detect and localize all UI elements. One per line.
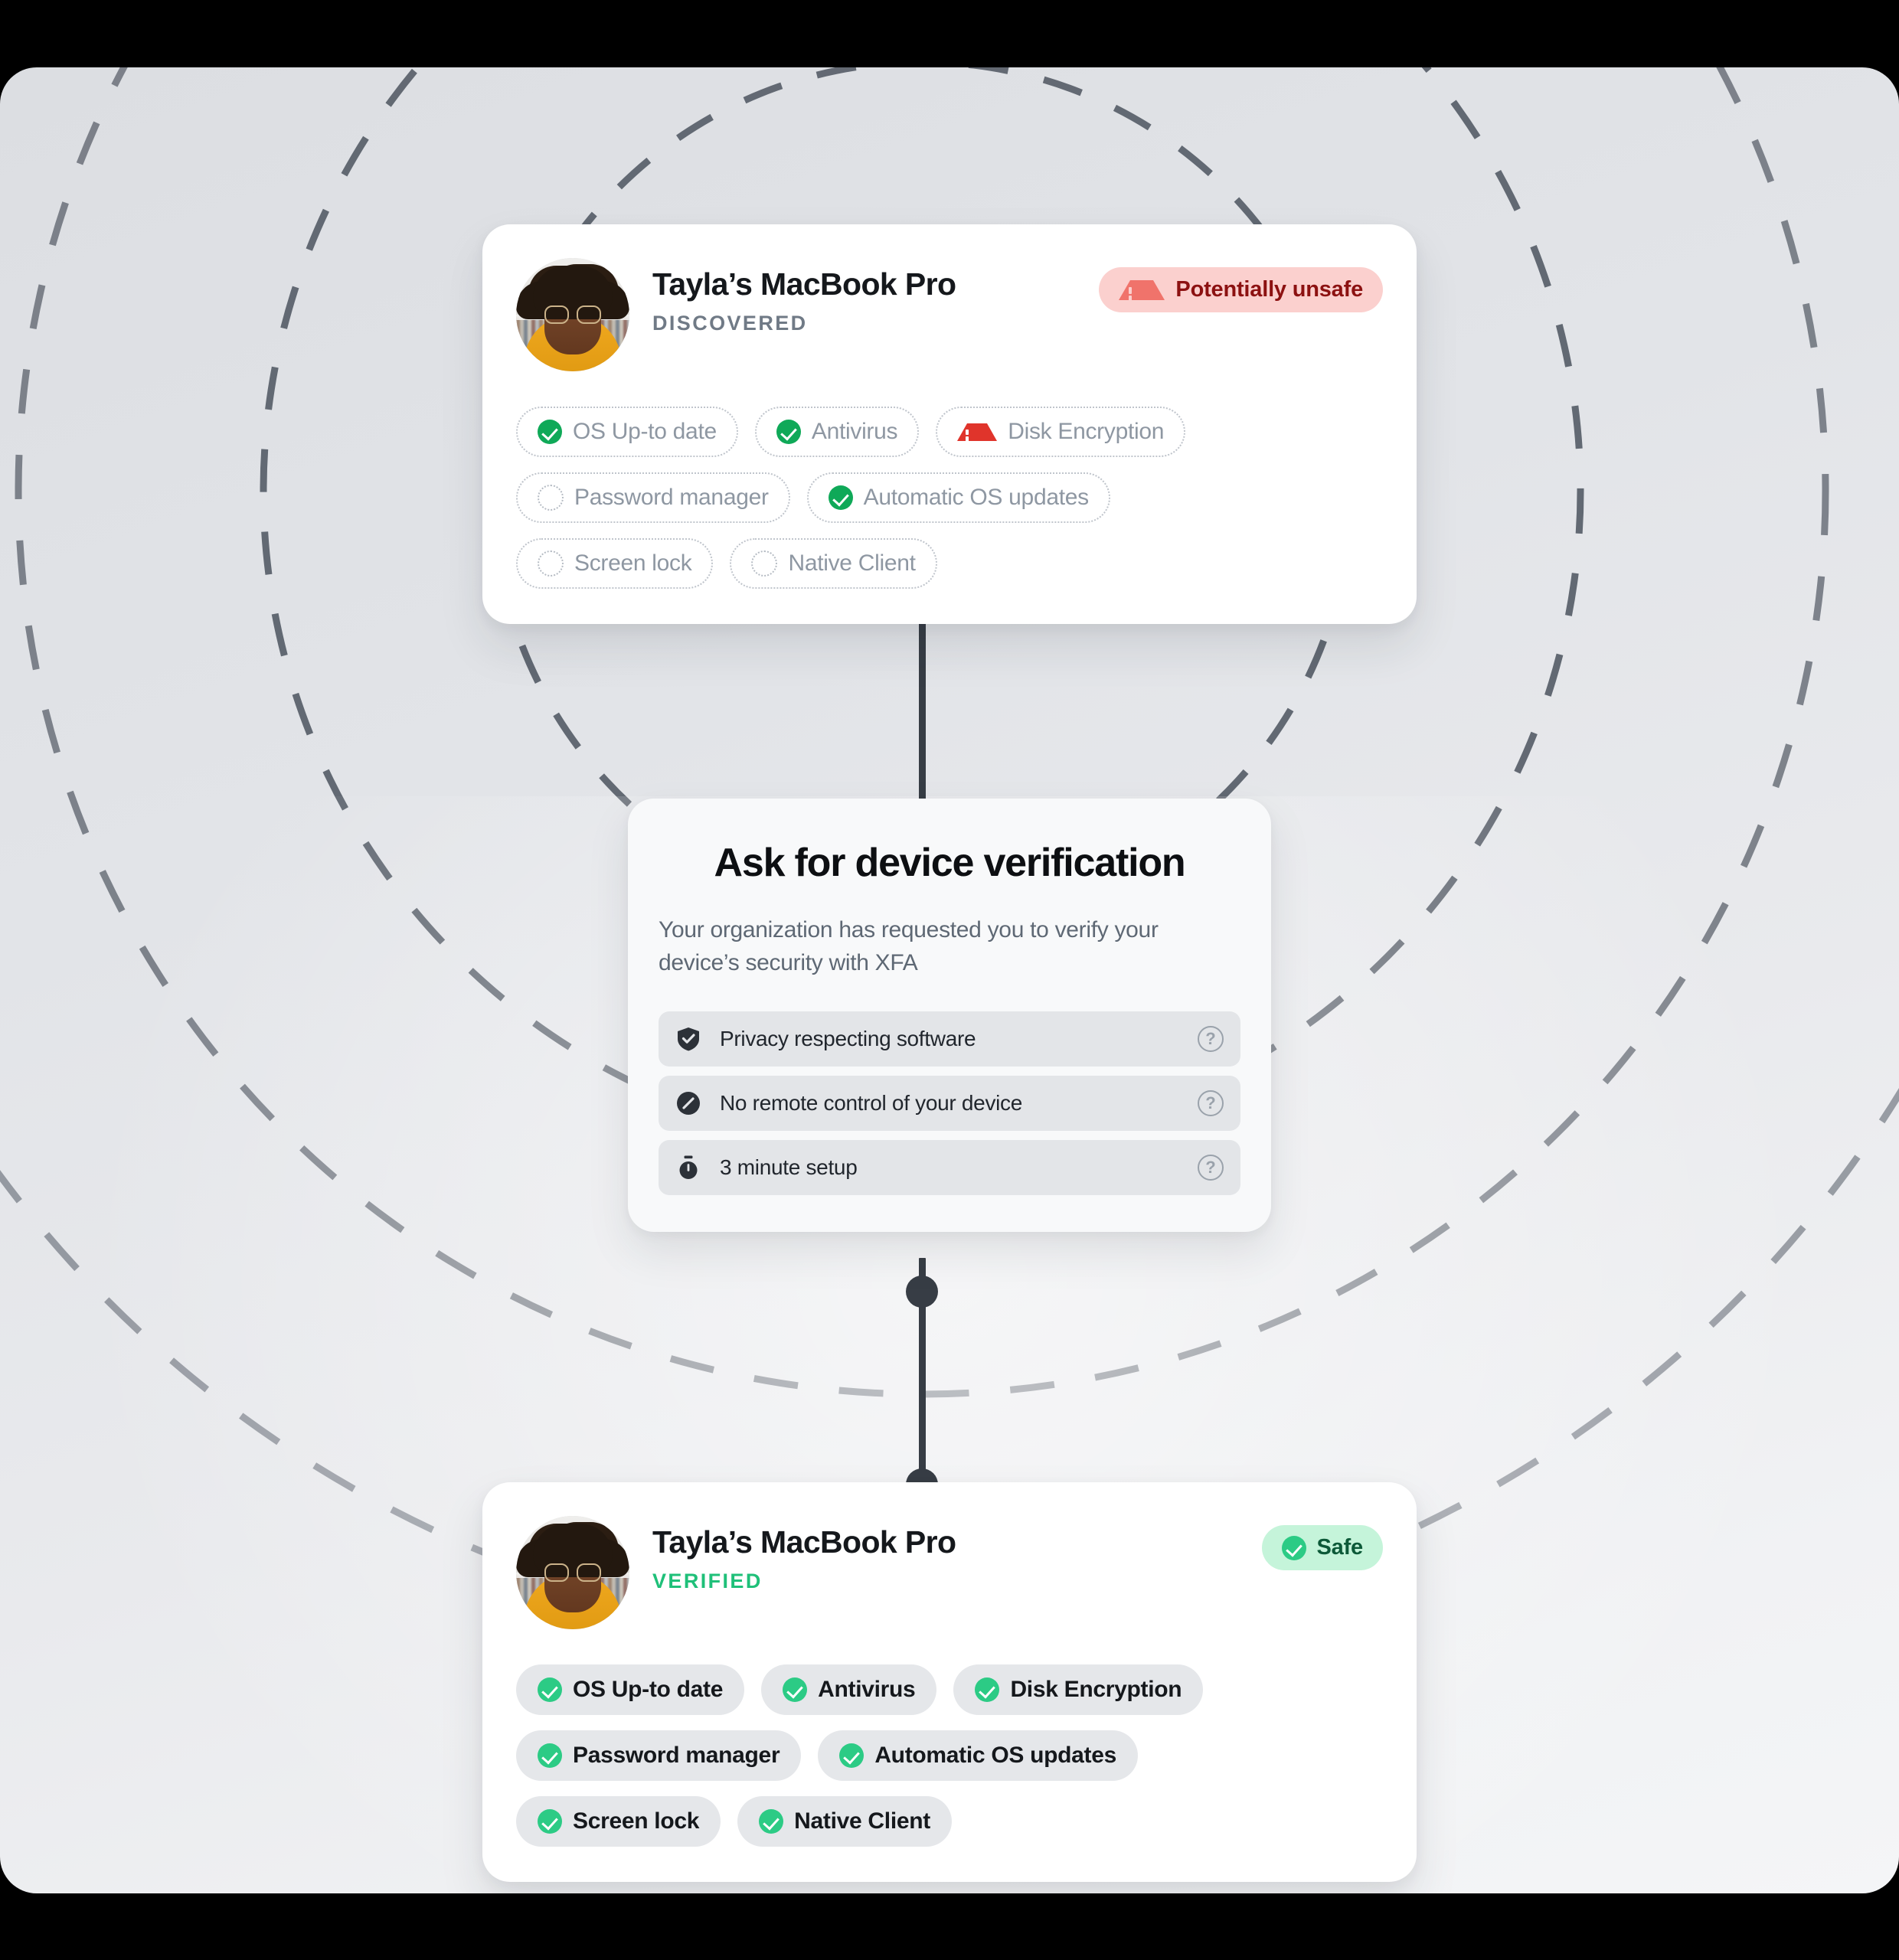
tag-label: OS Up-to date	[573, 1677, 724, 1702]
tag-label: Automatic OS updates	[874, 1743, 1117, 1768]
background-panel: Tayla’s MacBook Pro DISCOVERED Potential…	[0, 67, 1899, 1893]
device-card-discovered: Tayla’s MacBook Pro DISCOVERED Potential…	[482, 224, 1417, 624]
device-name: Tayla’s MacBook Pro	[652, 266, 956, 302]
device-state-label: VERIFIED	[652, 1570, 763, 1593]
device-card-verified: Tayla’s MacBook Pro VERIFIED Safe OS Up-…	[482, 1482, 1417, 1882]
check-circle-icon	[975, 1677, 1000, 1702]
status-badge-label: Potentially unsafe	[1175, 277, 1363, 302]
feature-row-setup-time[interactable]: 3 minute setup ?	[659, 1140, 1240, 1196]
tag-label: OS Up-to date	[573, 419, 717, 444]
feature-row-no-remote-control[interactable]: No remote control of your device ?	[659, 1076, 1240, 1132]
status-badge-safe: Safe	[1261, 1525, 1383, 1570]
stopwatch-icon	[675, 1155, 701, 1181]
status-badge-unsafe: Potentially unsafe	[1099, 267, 1383, 312]
check-circle-icon	[538, 1743, 562, 1768]
device-name: Tayla’s MacBook Pro	[652, 1524, 956, 1560]
check-circle-icon	[828, 485, 853, 510]
tag-label: Password manager	[573, 1743, 780, 1768]
empty-circle-icon	[751, 550, 778, 577]
tag-automatic-os-updates[interactable]: Automatic OS updates	[806, 472, 1110, 523]
check-circle-icon	[538, 1677, 562, 1702]
tag-native-client[interactable]: Native Client	[730, 538, 937, 589]
tag-label: Automatic OS updates	[863, 485, 1089, 510]
check-circle-icon	[538, 420, 562, 444]
tag-automatic-os-updates[interactable]: Automatic OS updates	[818, 1730, 1139, 1781]
avatar	[516, 258, 629, 371]
check-circle-icon	[776, 420, 801, 444]
card-header: Tayla’s MacBook Pro DISCOVERED Potential…	[516, 258, 1383, 371]
device-verification-prompt: Ask for device verification Your organiz…	[628, 799, 1271, 1233]
tag-disk-encryption[interactable]: Disk Encryption	[936, 407, 1186, 457]
security-tag-list-discovered: OS Up-to date Antivirus Disk Encryption …	[516, 407, 1289, 589]
tag-native-client[interactable]: Native Client	[737, 1796, 952, 1847]
feature-label: Privacy respecting software	[720, 1027, 976, 1051]
feature-label: No remote control of your device	[720, 1091, 1023, 1116]
status-badge-label: Safe	[1316, 1535, 1364, 1560]
device-identity: Tayla’s MacBook Pro VERIFIED	[652, 1516, 956, 1593]
prompt-subtitle: Your organization has requested you to v…	[659, 917, 1159, 975]
device-state-label: DISCOVERED	[652, 312, 808, 335]
tag-label: Disk Encryption	[1008, 419, 1165, 444]
device-identity: Tayla’s MacBook Pro DISCOVERED	[652, 258, 956, 335]
empty-circle-icon	[538, 550, 564, 577]
check-circle-icon	[839, 1743, 865, 1768]
tag-screen-lock[interactable]: Screen lock	[516, 538, 714, 589]
tag-antivirus[interactable]: Antivirus	[761, 1664, 937, 1715]
tag-label: Native Client	[794, 1808, 930, 1834]
tag-label: Screen lock	[574, 550, 692, 576]
tag-antivirus[interactable]: Antivirus	[754, 407, 920, 457]
shield-check-icon	[675, 1026, 701, 1052]
feature-label: 3 minute setup	[720, 1155, 858, 1180]
feature-list: Privacy respecting software ? No remote …	[659, 1011, 1240, 1196]
feature-row-privacy[interactable]: Privacy respecting software ?	[659, 1011, 1240, 1067]
tag-password-manager[interactable]: Password manager	[516, 472, 790, 523]
tag-label: Native Client	[788, 550, 916, 576]
empty-circle-icon	[538, 485, 564, 511]
tag-label: Antivirus	[818, 1677, 916, 1702]
connector-node-middle	[906, 1276, 938, 1308]
no-remote-icon	[675, 1090, 701, 1116]
tag-password-manager[interactable]: Password manager	[516, 1730, 802, 1781]
warning-triangle-icon	[957, 423, 998, 441]
tag-screen-lock[interactable]: Screen lock	[516, 1796, 721, 1847]
tag-disk-encryption[interactable]: Disk Encryption	[953, 1664, 1204, 1715]
help-circle-icon[interactable]: ?	[1198, 1090, 1224, 1117]
warning-triangle-icon	[1119, 279, 1165, 300]
check-circle-icon	[1281, 1535, 1306, 1560]
tag-label: Screen lock	[573, 1808, 700, 1834]
help-circle-icon[interactable]: ?	[1198, 1026, 1224, 1053]
tag-label: Disk Encryption	[1010, 1677, 1182, 1702]
tag-label: Antivirus	[811, 419, 898, 444]
prompt-title: Ask for device verification	[714, 841, 1186, 885]
security-tag-list-verified: OS Up-to date Antivirus Disk Encryption …	[516, 1664, 1289, 1847]
check-circle-icon	[538, 1809, 562, 1834]
help-circle-icon[interactable]: ?	[1198, 1155, 1224, 1181]
check-circle-icon	[759, 1809, 784, 1834]
tag-os-up-to-date[interactable]: OS Up-to date	[516, 1664, 745, 1715]
card-header: Tayla’s MacBook Pro VERIFIED Safe	[516, 1516, 1383, 1629]
check-circle-icon	[783, 1677, 808, 1702]
tag-label: Password manager	[574, 485, 769, 510]
tag-os-up-to-date[interactable]: OS Up-to date	[516, 407, 738, 457]
avatar	[516, 1516, 629, 1629]
